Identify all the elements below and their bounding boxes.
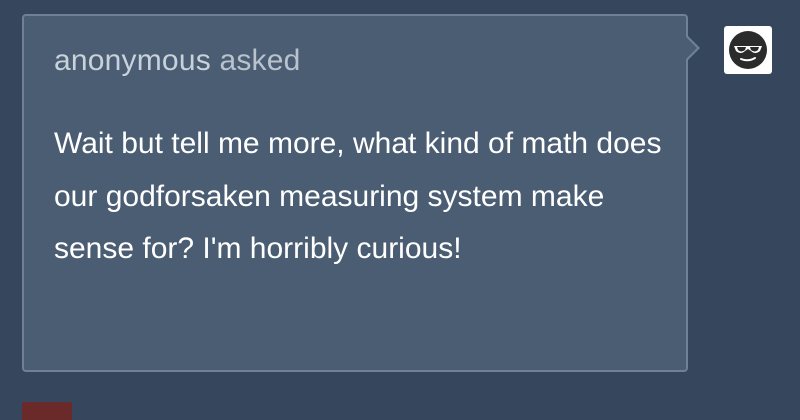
asker-verb: asked [219, 44, 301, 77]
asker-line: anonymous asked [54, 44, 301, 78]
sunglasses-face-icon [729, 31, 767, 69]
next-post-header [0, 398, 800, 420]
blog-avatar[interactable] [724, 26, 772, 74]
asker-name[interactable]: anonymous [54, 44, 211, 77]
bubble-tail-fill [685, 36, 697, 60]
answerer-avatar[interactable] [22, 402, 72, 420]
ask-bubble: anonymous asked Wait but tell me more, w… [22, 14, 688, 372]
question-text: Wait but tell me more, what kind of math… [54, 127, 662, 265]
